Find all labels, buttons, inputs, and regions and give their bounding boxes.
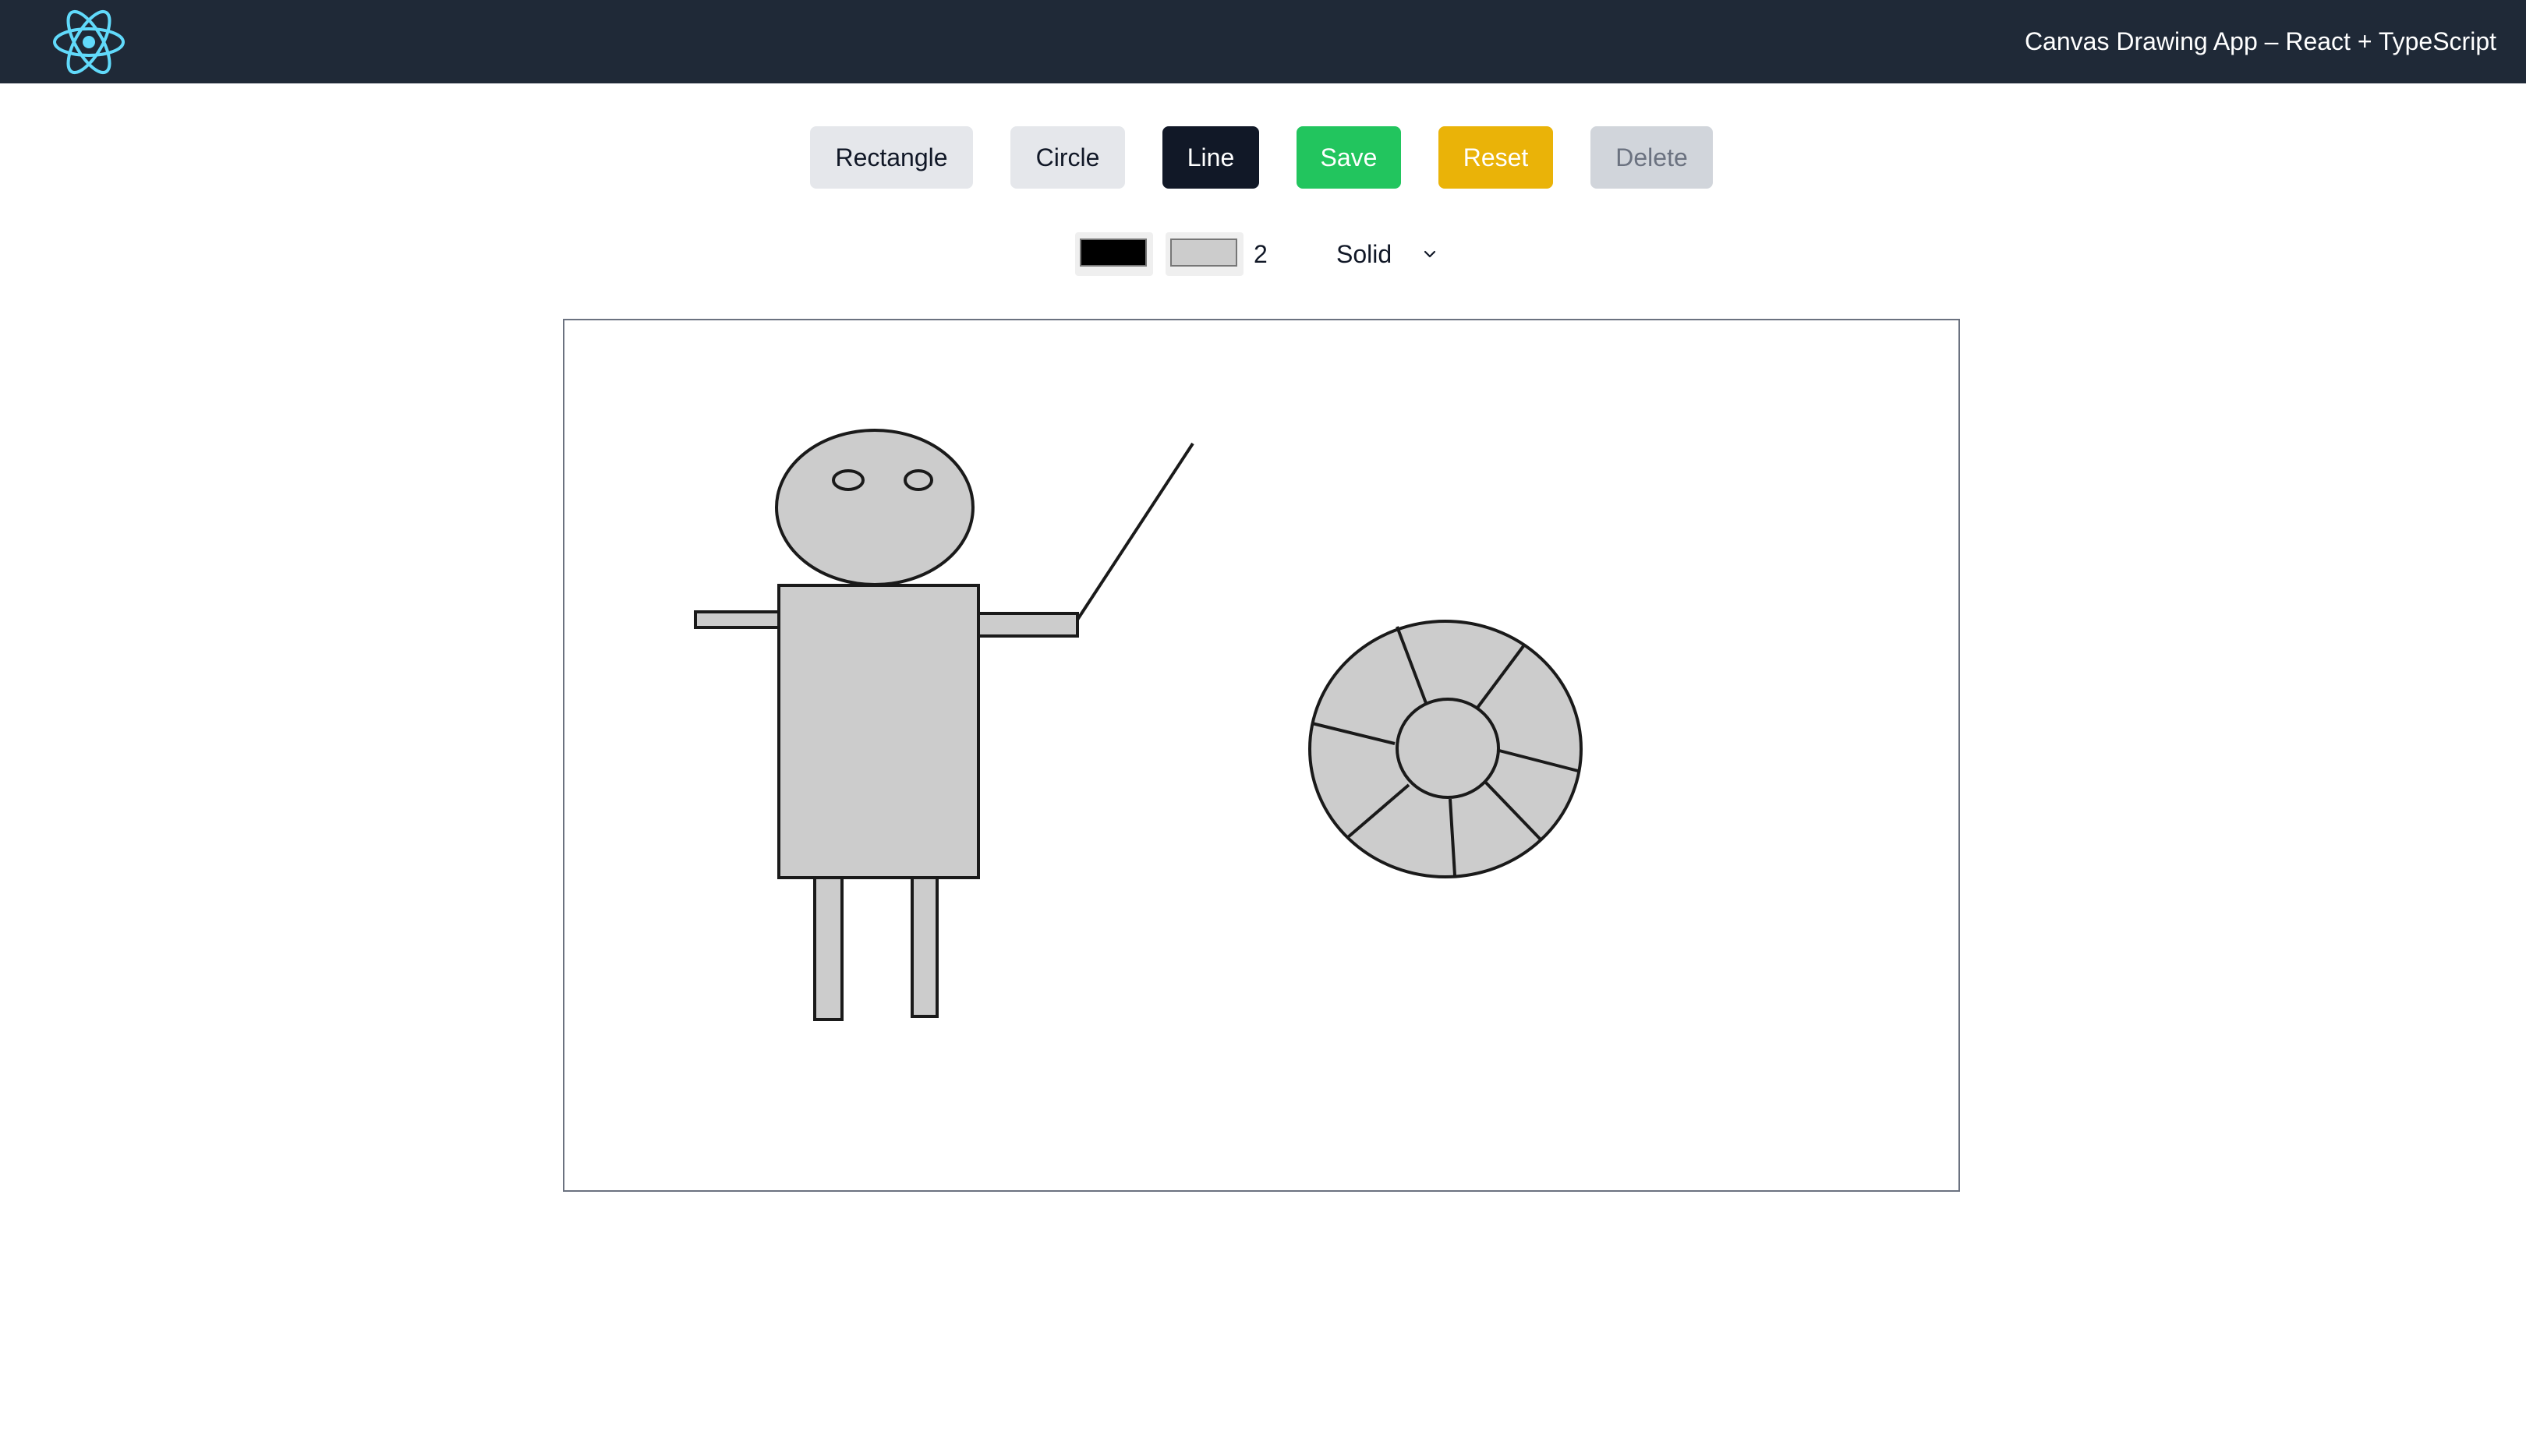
rectangle-tool-button[interactable]: Rectangle [810, 126, 973, 189]
reset-button[interactable]: Reset [1438, 126, 1553, 189]
fill-color-swatch [1170, 239, 1237, 267]
robot-right-eye-shape[interactable] [904, 469, 933, 491]
chevron-down-icon [1424, 250, 1436, 258]
line-tool-button[interactable]: Line [1162, 126, 1259, 189]
delete-button[interactable]: Delete [1590, 126, 1713, 189]
robot-left-arm-shape[interactable] [694, 610, 780, 629]
stroke-color-picker[interactable] [1075, 232, 1153, 276]
robot-left-eye-shape[interactable] [832, 469, 865, 491]
stroke-style-value: Solid [1336, 240, 1392, 268]
app-header: Canvas Drawing App – React + TypeScript [0, 0, 2526, 83]
stroke-width-value[interactable]: 2 [1254, 232, 1268, 276]
robot-right-arm-shape[interactable] [977, 612, 1079, 638]
robot-right-leg-shape[interactable] [911, 876, 939, 1018]
robot-left-leg-shape[interactable] [813, 876, 844, 1021]
stroke-style-select[interactable]: Solid [1325, 232, 1450, 276]
style-controls: 2 Solid [0, 232, 2526, 276]
robot-body-shape[interactable] [777, 584, 980, 879]
drawing-surface[interactable] [564, 320, 1958, 1190]
robot-head-shape[interactable] [775, 429, 975, 586]
stroke-color-swatch [1080, 239, 1147, 267]
react-atom-icon [53, 9, 125, 75]
circle-tool-button[interactable]: Circle [1010, 126, 1125, 189]
tool-toolbar: Rectangle Circle Line Save Reset Delete [0, 126, 2526, 189]
fill-color-picker[interactable] [1166, 232, 1244, 276]
pointer-line-shape[interactable] [1076, 442, 1194, 621]
save-button[interactable]: Save [1297, 126, 1401, 189]
wheel-hub-shape[interactable] [1396, 698, 1500, 799]
drawing-canvas[interactable] [563, 319, 1960, 1192]
app-title: Canvas Drawing App – React + TypeScript [2024, 27, 2496, 55]
